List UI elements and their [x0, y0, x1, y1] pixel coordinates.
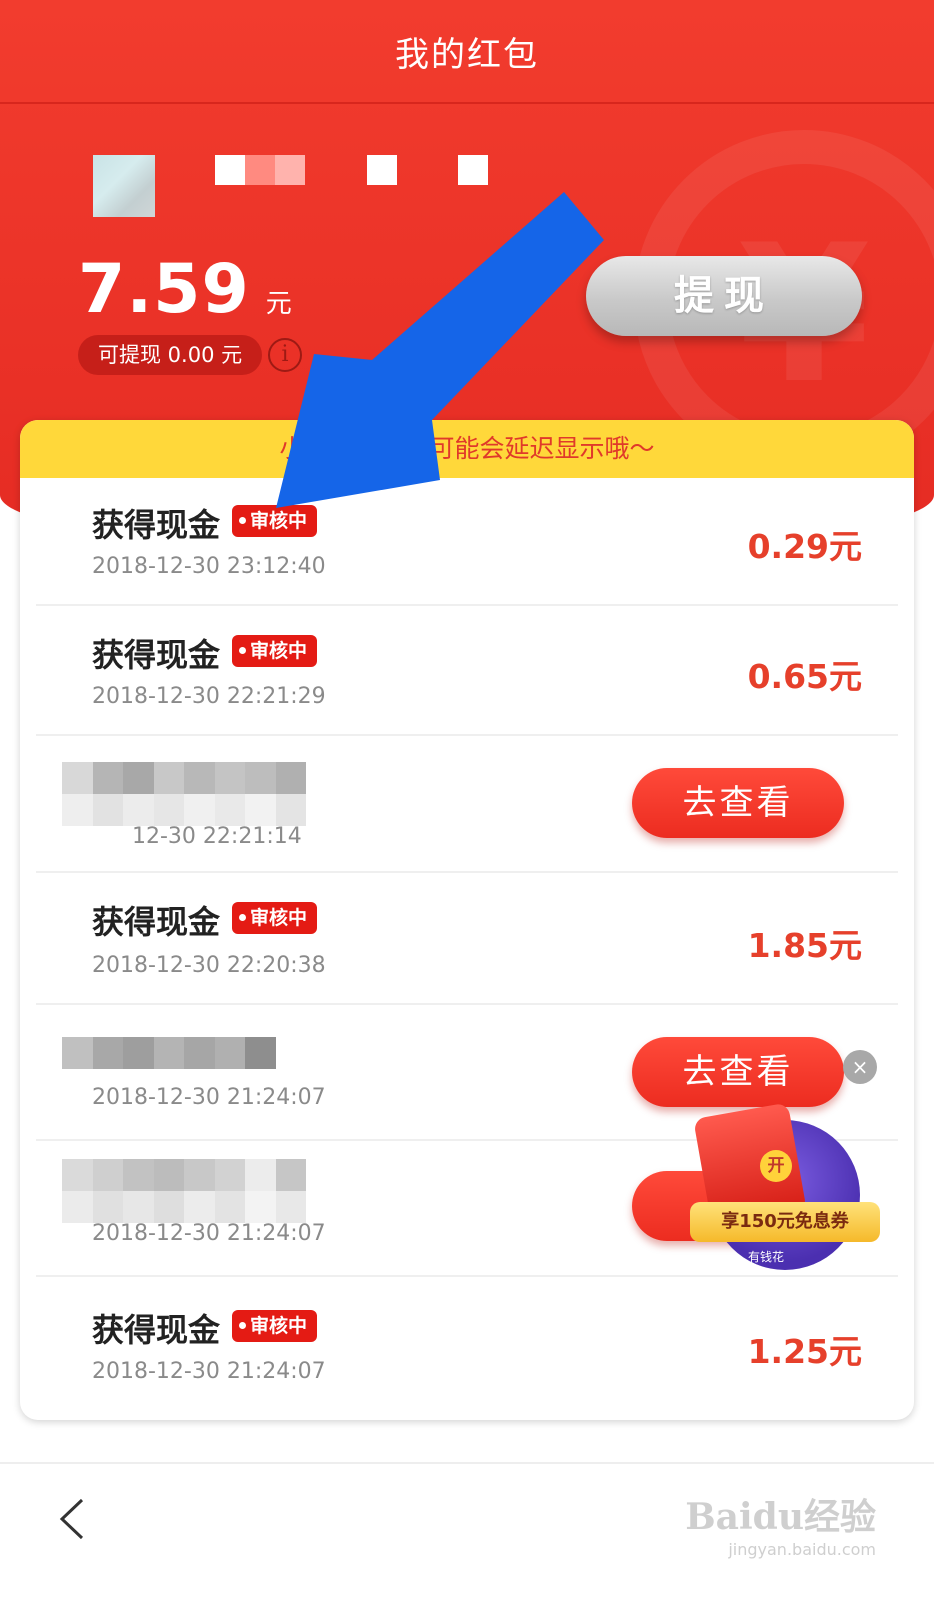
- withdraw-button[interactable]: 提现: [586, 256, 862, 336]
- blurred-username-part: [245, 155, 275, 185]
- record-amount: 0.29元: [747, 527, 862, 566]
- status-badge: 审核中: [232, 902, 318, 934]
- status-badge: 审核中: [232, 635, 318, 667]
- record-time: 2018-12-30 22:21:29: [92, 684, 326, 709]
- record-label: 获得现金: [92, 1311, 221, 1349]
- ad-banner: 享150元免息券: [690, 1202, 880, 1242]
- blurred-username: [215, 155, 245, 185]
- balance: 7.59 元: [78, 250, 292, 329]
- balance-amount: 7.59: [78, 250, 250, 329]
- record-row: 获得现金 审核中 2018-12-30 23:12:40 0.29元: [36, 478, 898, 606]
- record-time: 2018-12-30 21:24:07: [92, 1221, 326, 1246]
- record-time: 2018-12-30 22:20:38: [92, 953, 326, 978]
- record-amount: 0.65元: [747, 657, 862, 696]
- balance-unit: 元: [265, 289, 292, 319]
- status-badge: 审核中: [232, 505, 318, 537]
- status-badge: 审核中: [232, 1310, 318, 1342]
- blurred-record-title: [62, 1159, 306, 1223]
- record-amount: 1.85元: [747, 926, 862, 965]
- view-button[interactable]: 去查看: [632, 1037, 844, 1107]
- coin-icon: 开: [760, 1150, 792, 1182]
- record-row: 12-30 22:21:14 去查看: [36, 736, 898, 873]
- watermark-sub: jingyan.baidu.com: [728, 1540, 876, 1559]
- blurred-username-part: [458, 155, 488, 185]
- record-label: 获得现金: [92, 903, 221, 941]
- record-time: 12-30 22:21:14: [132, 824, 302, 849]
- floating-ad[interactable]: 开 享150元免息券 有钱花: [690, 1100, 880, 1280]
- withdrawable-pill: 可提现 0.00 元: [78, 335, 263, 375]
- page-title: 我的红包: [395, 34, 539, 75]
- record-time: 2018-12-30 21:24:07: [92, 1085, 326, 1110]
- back-chevron-icon[interactable]: [50, 1494, 100, 1544]
- record-row: 获得现金 审核中 2018-12-30 21:24:07 1.25元: [36, 1277, 898, 1417]
- record-label: 获得现金: [92, 506, 221, 544]
- info-icon[interactable]: i: [268, 338, 302, 372]
- ad-brand: 有钱花: [748, 1250, 785, 1264]
- record-row: 获得现金 审核中 2018-12-30 22:21:29 0.65元: [36, 606, 898, 736]
- watermark-main: Baidu经验: [685, 1496, 876, 1538]
- record-time: 2018-12-30 23:12:40: [92, 554, 326, 579]
- blurred-username-part: [367, 155, 397, 185]
- ad-close-icon[interactable]: ×: [843, 1050, 877, 1084]
- title-bar: 我的红包: [0, 0, 934, 104]
- blurred-username-part: [275, 155, 305, 185]
- record-amount: 1.25元: [747, 1332, 862, 1371]
- tip-banner: 小提示：奖品可能会延迟显示哦～: [20, 420, 914, 478]
- record-time: 2018-12-30 21:24:07: [92, 1359, 326, 1384]
- avatar: [93, 155, 155, 217]
- blurred-record-title: [62, 762, 306, 826]
- record-row: 获得现金 审核中 2018-12-30 22:20:38 1.85元: [36, 873, 898, 1005]
- baidu-watermark: Baidu经验 jingyan.baidu.com: [685, 1488, 876, 1559]
- blurred-record-title: [62, 1037, 276, 1069]
- view-button[interactable]: 去查看: [632, 768, 844, 838]
- record-label: 获得现金: [92, 636, 221, 674]
- footer-bar: Baidu经验 jingyan.baidu.com: [0, 1462, 934, 1600]
